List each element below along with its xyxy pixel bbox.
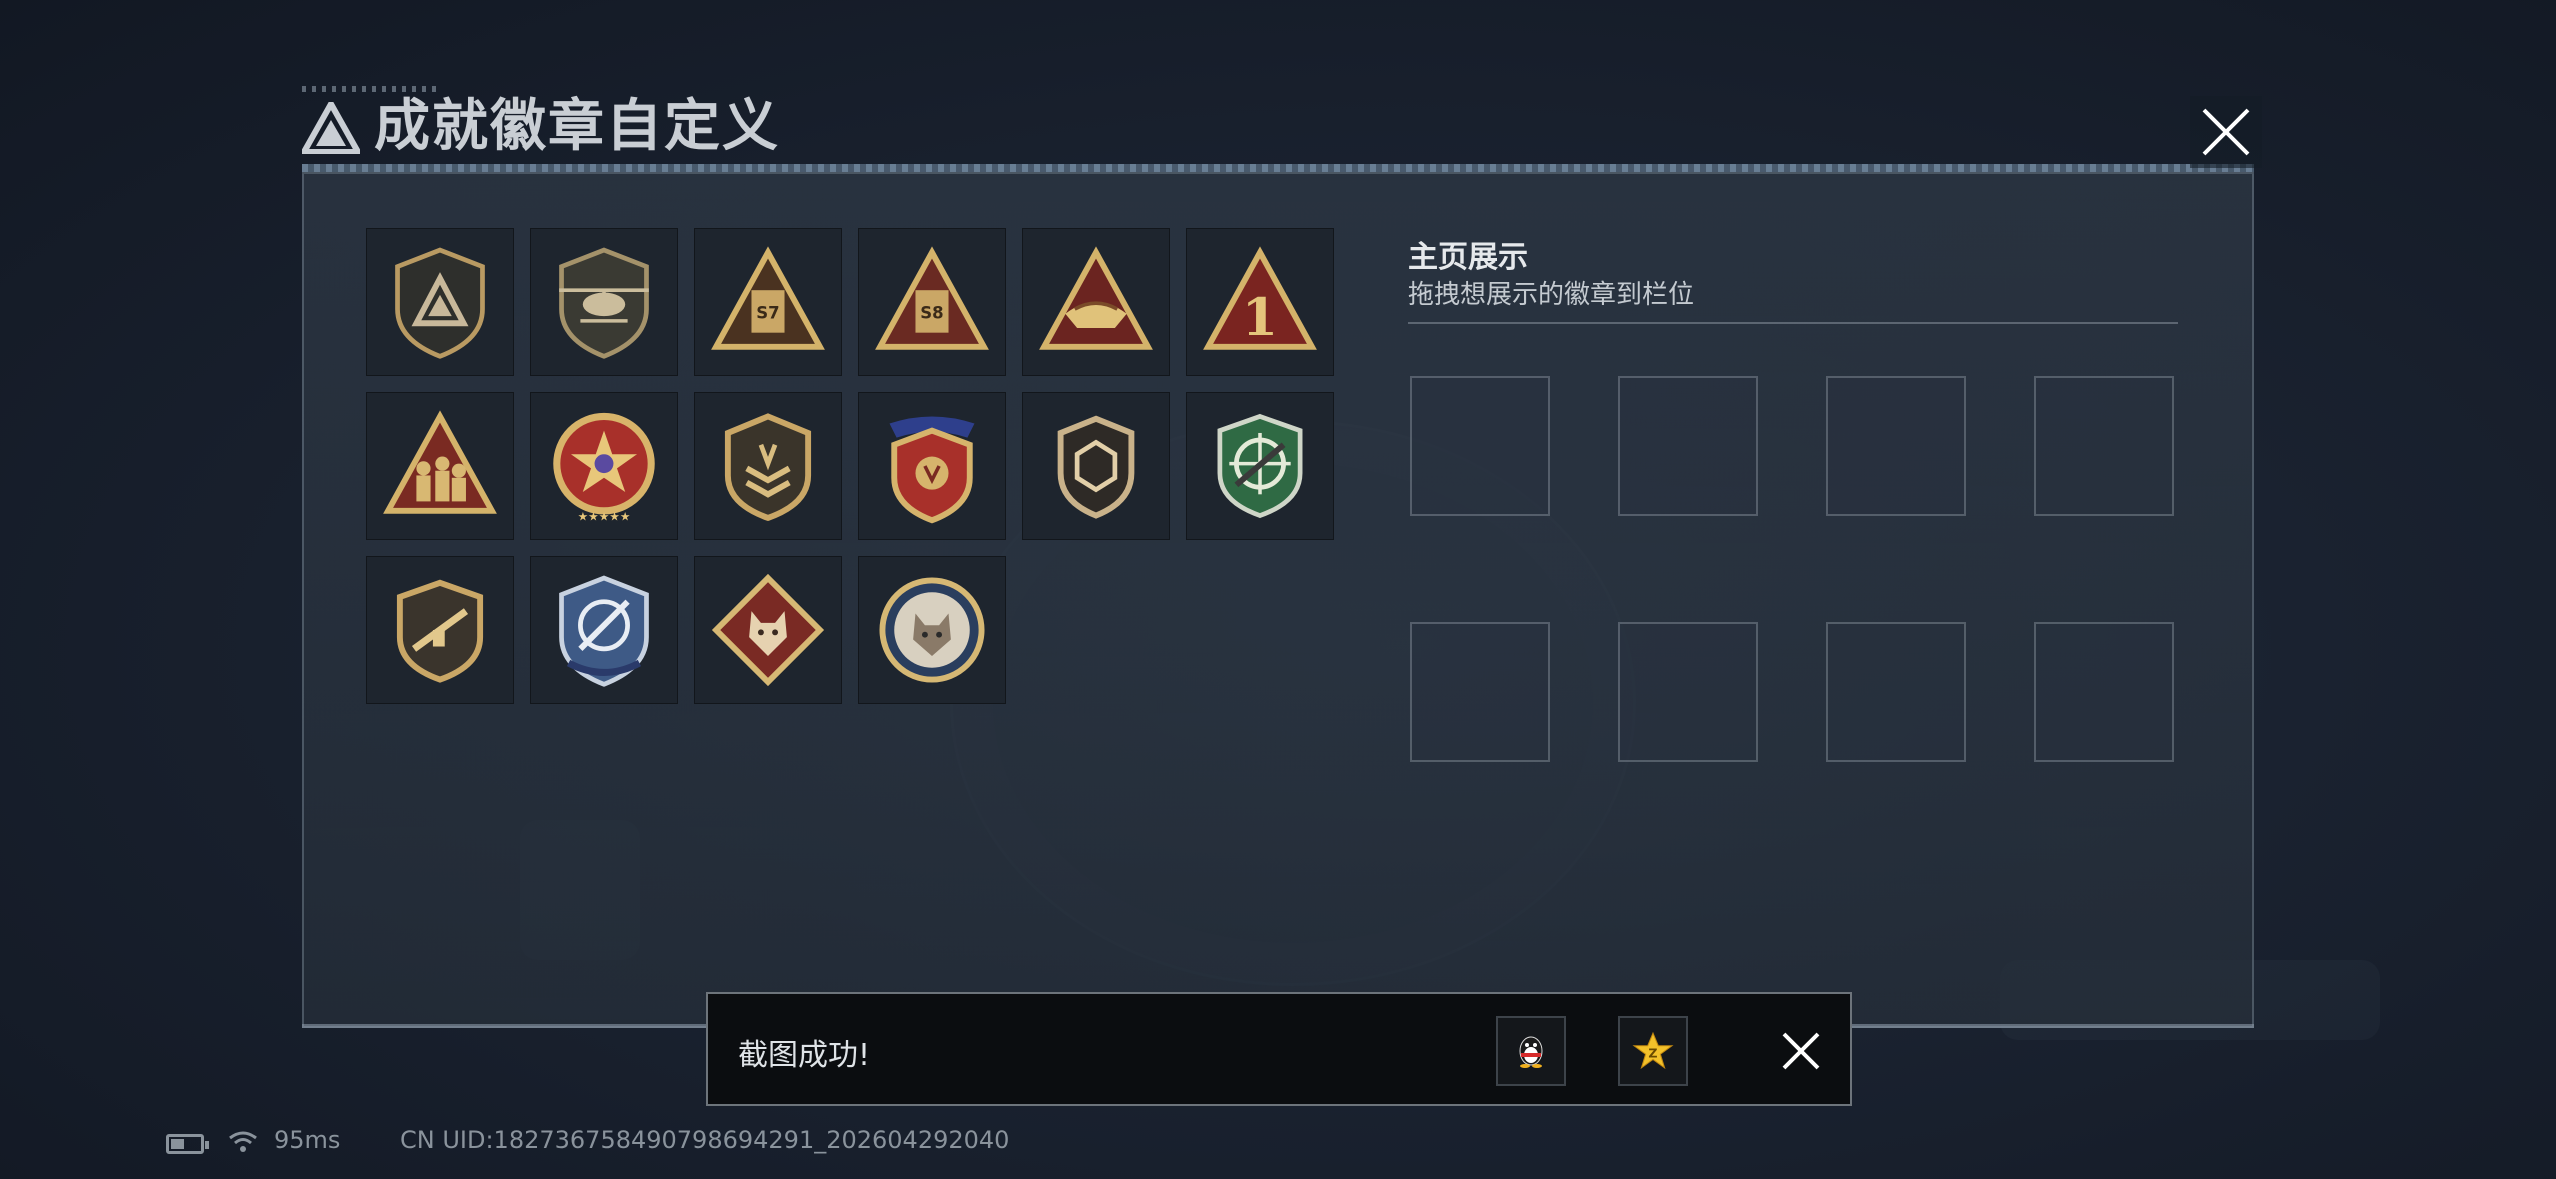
wolf-circle-badge-icon (879, 577, 985, 683)
share-qq-button[interactable] (1496, 1016, 1566, 1086)
svg-text:1: 1 (1242, 287, 1278, 348)
qq-penguin-icon (1519, 1036, 1543, 1068)
svg-text:Z: Z (1648, 1045, 1657, 1060)
badge-season-s8[interactable]: S8 (858, 228, 1006, 376)
svg-text:S8: S8 (920, 304, 943, 323)
badge-number-one[interactable]: 1 (1186, 228, 1334, 376)
boat-triangle-badge-icon (1039, 246, 1153, 350)
badge-star-medal[interactable]: ★★★★★ (530, 392, 678, 540)
share-qzone-button[interactable]: Z (1618, 1016, 1688, 1086)
number-one-triangle-badge-icon: 1 (1203, 246, 1317, 350)
page-title: 成就徽章自定义 (374, 94, 780, 159)
green-crosshair-rifle-badge-icon (1217, 413, 1303, 519)
badge-helicopter-shield[interactable] (530, 228, 678, 376)
badge-rifle-shield[interactable] (366, 556, 514, 704)
hexagon-shield-badge-icon (1057, 415, 1135, 519)
season-s7-triangle-badge-icon: S7 (711, 246, 825, 350)
showcase-divider (1408, 322, 2178, 324)
wifi-icon (229, 1131, 257, 1152)
badge-green-crosshair[interactable] (1186, 392, 1334, 540)
star-medal-badge-icon: ★★★★★ (553, 412, 655, 523)
showcase-slot[interactable] (2034, 622, 2174, 762)
showcase-subtitle: 拖拽想展示的徽章到栏位 (1408, 280, 1695, 310)
uid-text: CN UID:18273675849079869429​1_2026042920… (400, 1126, 1010, 1154)
badge-triangle-logo-shield[interactable] (366, 228, 514, 376)
toast-message: 截图成功! (738, 1038, 871, 1073)
triangle-logo-icon (302, 102, 360, 154)
chevron-shield-badge-icon (724, 413, 812, 522)
showcase-slot[interactable] (1826, 622, 1966, 762)
close-icon (1782, 1032, 1820, 1070)
badge-hexagon-shield[interactable] (1022, 392, 1170, 540)
badge-crosshair-knife[interactable] (530, 556, 678, 704)
helicopter-shield-badge-icon (559, 247, 649, 359)
badge-wings-ribbon[interactable] (858, 392, 1006, 540)
rifle-shield-badge-icon (396, 579, 484, 683)
triangle-logo-shield-badge-icon (395, 247, 485, 359)
close-icon (2202, 108, 2250, 156)
wolf-diamond-badge-icon (711, 573, 825, 687)
showcase-slot[interactable] (1410, 622, 1550, 762)
soldiers-triangle-badge-icon (383, 410, 497, 514)
showcase-slot[interactable] (1826, 376, 1966, 516)
header-divider (302, 164, 2254, 172)
star-z-icon: Z (1632, 1031, 1674, 1070)
showcase-slot[interactable] (1410, 376, 1550, 516)
season-s8-triangle-badge-icon: S8 (875, 246, 989, 350)
svg-text:★★★★★: ★★★★★ (578, 509, 631, 523)
badge-season-s7[interactable]: S7 (694, 228, 842, 376)
wings-ribbon-shield-badge-icon (889, 416, 975, 524)
showcase-title: 主页展示 (1408, 240, 1528, 275)
badge-boat-triangle[interactable] (1022, 228, 1170, 376)
showcase-slot[interactable] (2034, 376, 2174, 516)
badge-wolf-circle[interactable] (858, 556, 1006, 704)
window-header: 成就徽章自定义 (302, 86, 2254, 172)
ping-value: 95ms (274, 1126, 341, 1154)
svg-text:S7: S7 (756, 304, 779, 323)
badge-wolf-diamond[interactable] (694, 556, 842, 704)
battery-icon (166, 1134, 209, 1154)
showcase-slot[interactable] (1618, 622, 1758, 762)
screenshot-toast: 截图成功! Z (706, 992, 1852, 1106)
badge-chevron-shield[interactable] (694, 392, 842, 540)
battery-level (171, 1139, 184, 1149)
toast-close-button[interactable] (1768, 1018, 1834, 1084)
showcase-slot[interactable] (1618, 376, 1758, 516)
badge-soldiers-triangle[interactable] (366, 392, 514, 540)
crosshair-knife-shield-badge-icon (559, 575, 649, 687)
close-button[interactable] (2190, 96, 2262, 168)
